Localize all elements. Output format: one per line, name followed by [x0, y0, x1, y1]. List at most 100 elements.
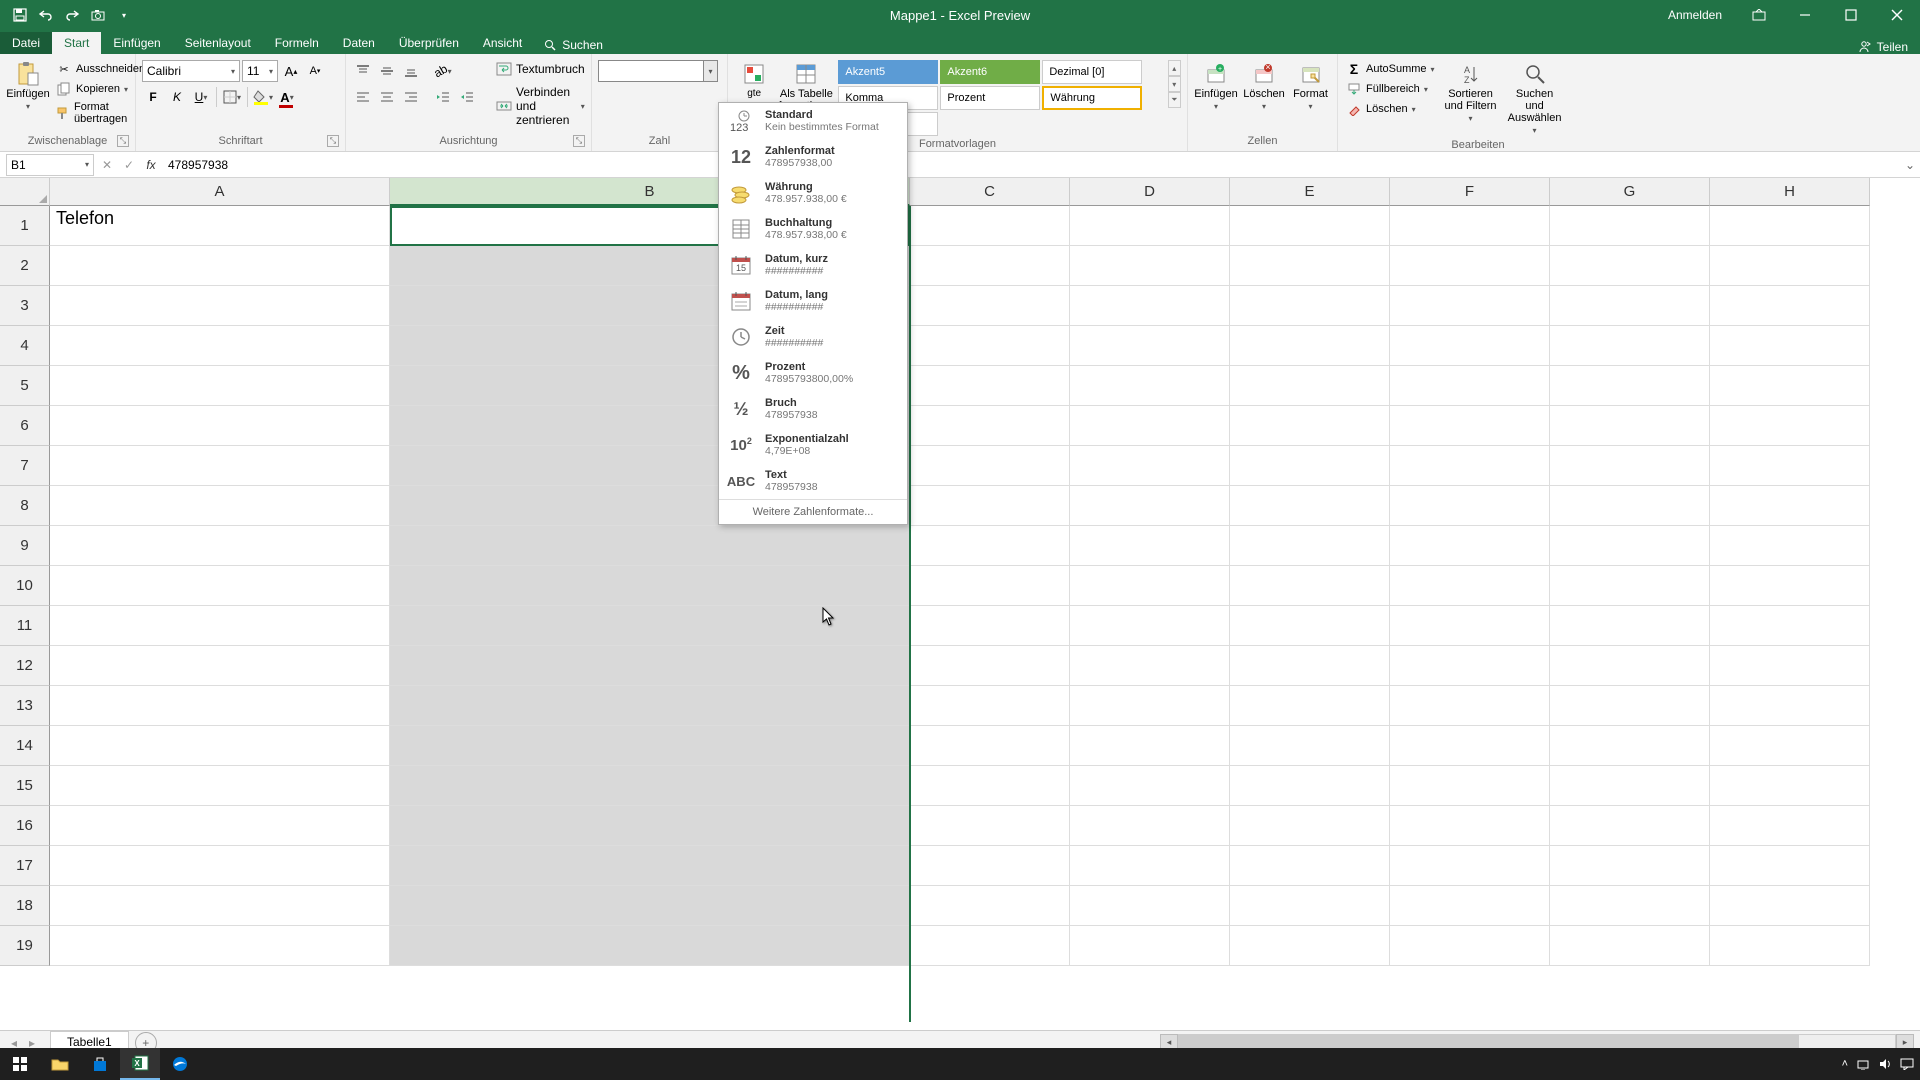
format-option-datumkurz[interactable]: 15Datum, kurz########## — [719, 247, 907, 283]
decrease-indent-button[interactable] — [432, 86, 454, 108]
delete-cells-button[interactable]: ×Löschen▾ — [1242, 60, 1286, 113]
row-header-2[interactable]: 2 — [0, 246, 50, 286]
cell-A16[interactable] — [50, 806, 390, 846]
italic-button[interactable]: K — [166, 86, 188, 108]
cell-E18[interactable] — [1230, 886, 1390, 926]
cell-F18[interactable] — [1390, 886, 1550, 926]
format-option-buchhaltung[interactable]: Buchhaltung478.957.938,00 € — [719, 211, 907, 247]
cell-D9[interactable] — [1070, 526, 1230, 566]
cell-B19[interactable] — [390, 926, 910, 966]
cell-H6[interactable] — [1710, 406, 1870, 446]
cell-E5[interactable] — [1230, 366, 1390, 406]
cell-D11[interactable] — [1070, 606, 1230, 646]
cell-F14[interactable] — [1390, 726, 1550, 766]
cell-F2[interactable] — [1390, 246, 1550, 286]
find-select-button[interactable]: Suchen und Auswählen▾ — [1505, 60, 1565, 137]
column-header-G[interactable]: G — [1550, 178, 1710, 206]
cell-H1[interactable] — [1710, 206, 1870, 246]
wrap-text-button[interactable]: Textumbruch — [494, 60, 587, 78]
cell-C16[interactable] — [910, 806, 1070, 846]
cell-G17[interactable] — [1550, 846, 1710, 886]
cell-E1[interactable] — [1230, 206, 1390, 246]
cell-A12[interactable] — [50, 646, 390, 686]
row-header-9[interactable]: 9 — [0, 526, 50, 566]
cell-C5[interactable] — [910, 366, 1070, 406]
row-header-7[interactable]: 7 — [0, 446, 50, 486]
borders-button[interactable]: ▾ — [221, 86, 243, 108]
cell-A19[interactable] — [50, 926, 390, 966]
cell-D6[interactable] — [1070, 406, 1230, 446]
cell-D2[interactable] — [1070, 246, 1230, 286]
cell-A5[interactable] — [50, 366, 390, 406]
cell-G10[interactable] — [1550, 566, 1710, 606]
ribbon-search[interactable]: Suchen — [534, 36, 613, 54]
clear-button[interactable]: Löschen▾ — [1344, 100, 1437, 118]
cell-H12[interactable] — [1710, 646, 1870, 686]
gallery-up[interactable]: ▴ — [1168, 60, 1181, 76]
gallery-down[interactable]: ▾ — [1168, 76, 1181, 92]
column-header-E[interactable]: E — [1230, 178, 1390, 206]
tab-einfuegen[interactable]: Einfügen — [101, 32, 172, 54]
format-option-zahlenformat[interactable]: 12Zahlenformat478957938,00 — [719, 139, 907, 175]
cell-G14[interactable] — [1550, 726, 1710, 766]
cell-A4[interactable] — [50, 326, 390, 366]
start-menu-button[interactable] — [0, 1048, 40, 1080]
row-header-5[interactable]: 5 — [0, 366, 50, 406]
increase-indent-button[interactable] — [456, 86, 478, 108]
name-box[interactable]: B1▾ — [6, 154, 94, 176]
style-akzent6[interactable]: Akzent6 — [940, 60, 1040, 84]
cell-B15[interactable] — [390, 766, 910, 806]
cell-D1[interactable] — [1070, 206, 1230, 246]
cell-F6[interactable] — [1390, 406, 1550, 446]
cell-F10[interactable] — [1390, 566, 1550, 606]
cell-B17[interactable] — [390, 846, 910, 886]
align-right-button[interactable] — [400, 86, 422, 108]
cell-D4[interactable] — [1070, 326, 1230, 366]
row-header-18[interactable]: 18 — [0, 886, 50, 926]
format-painter-button[interactable]: Format übertragen — [54, 100, 147, 126]
style-akzent5[interactable]: Akzent5 — [838, 60, 938, 84]
cell-H11[interactable] — [1710, 606, 1870, 646]
more-number-formats[interactable]: Weitere Zahlenformate... — [719, 499, 907, 524]
paste-button[interactable]: Einfügen ▾ — [6, 60, 50, 113]
orientation-button[interactable]: ab▾ — [432, 60, 454, 82]
cell-A15[interactable] — [50, 766, 390, 806]
column-header-H[interactable]: H — [1710, 178, 1870, 206]
style-prozent[interactable]: Prozent — [940, 86, 1040, 110]
number-format-combo[interactable]: ▾ — [598, 60, 718, 82]
share-button[interactable]: Teilen — [1857, 40, 1920, 54]
cell-H9[interactable] — [1710, 526, 1870, 566]
cell-H3[interactable] — [1710, 286, 1870, 326]
cell-C12[interactable] — [910, 646, 1070, 686]
cell-F8[interactable] — [1390, 486, 1550, 526]
merge-center-button[interactable]: Verbinden und zentrieren▾ — [494, 84, 587, 128]
cell-D16[interactable] — [1070, 806, 1230, 846]
format-option-prozent[interactable]: %Prozent47895793800,00% — [719, 355, 907, 391]
cell-E13[interactable] — [1230, 686, 1390, 726]
column-header-A[interactable]: A — [50, 178, 390, 206]
cell-B11[interactable] — [390, 606, 910, 646]
cell-E16[interactable] — [1230, 806, 1390, 846]
align-top-button[interactable] — [352, 60, 374, 82]
format-option-whrung[interactable]: Währung478.957.938,00 € — [719, 175, 907, 211]
cell-F7[interactable] — [1390, 446, 1550, 486]
cell-E8[interactable] — [1230, 486, 1390, 526]
format-option-standard[interactable]: 123StandardKein bestimmtes Format — [719, 103, 907, 139]
cell-G12[interactable] — [1550, 646, 1710, 686]
cell-H2[interactable] — [1710, 246, 1870, 286]
close-button[interactable] — [1874, 0, 1920, 30]
row-header-11[interactable]: 11 — [0, 606, 50, 646]
select-all-corner[interactable] — [0, 178, 50, 206]
row-header-15[interactable]: 15 — [0, 766, 50, 806]
cell-A10[interactable] — [50, 566, 390, 606]
save-button[interactable] — [8, 3, 32, 27]
redo-button[interactable] — [60, 3, 84, 27]
font-dialog-launcher[interactable]: ⤡ — [327, 135, 339, 147]
cell-C4[interactable] — [910, 326, 1070, 366]
format-option-text[interactable]: ABCText478957938 — [719, 463, 907, 499]
ribbon-options-button[interactable] — [1736, 0, 1782, 30]
cell-D18[interactable] — [1070, 886, 1230, 926]
camera-button[interactable] — [86, 3, 110, 27]
cell-D7[interactable] — [1070, 446, 1230, 486]
format-option-zeit[interactable]: Zeit########## — [719, 319, 907, 355]
